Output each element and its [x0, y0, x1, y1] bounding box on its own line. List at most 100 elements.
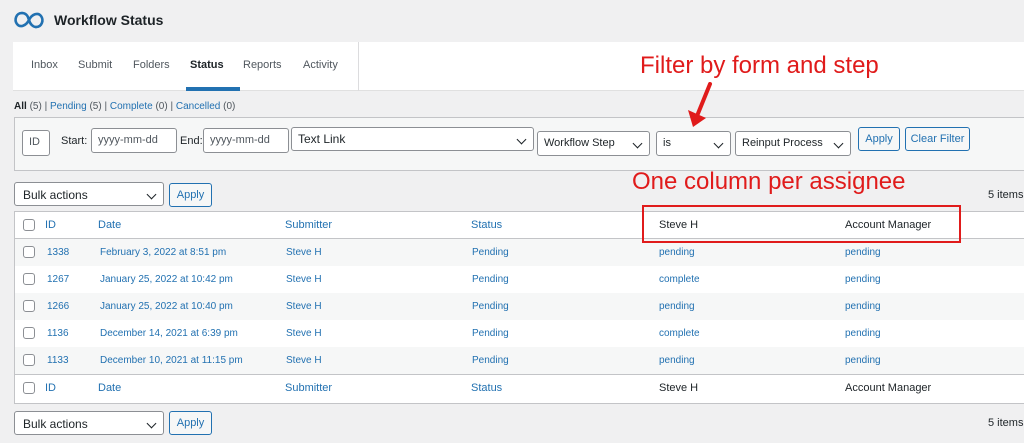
- view-cancelled[interactable]: Cancelled: [176, 101, 220, 112]
- gravityflow-logo-icon: [14, 11, 44, 29]
- assignee-1-status-link[interactable]: pending: [659, 247, 695, 258]
- assignee-2-status-link[interactable]: pending: [845, 301, 881, 312]
- column-header-id[interactable]: ID: [45, 219, 56, 231]
- entry-id-link[interactable]: 1133: [47, 355, 69, 366]
- tab-submit[interactable]: Submit: [78, 59, 112, 71]
- row-checkbox[interactable]: [23, 300, 35, 312]
- assignee-columns-highlight: [642, 205, 961, 243]
- select-all-checkbox[interactable]: [23, 219, 35, 231]
- row-checkbox[interactable]: [23, 273, 35, 285]
- select-all-checkbox[interactable]: [23, 382, 35, 394]
- entry-date-link[interactable]: February 3, 2022 at 8:51 pm: [100, 247, 226, 258]
- end-date-input[interactable]: yyyy-mm-dd: [203, 128, 289, 153]
- entry-id-link[interactable]: 1266: [47, 301, 69, 312]
- view-complete-count: (0): [155, 101, 168, 112]
- bulk-actions-select-bottom[interactable]: Bulk actions: [14, 411, 164, 435]
- entry-id-link[interactable]: 1267: [47, 274, 69, 285]
- status-views: All (5) | Pending (5) | Complete (0) | C…: [14, 101, 235, 112]
- step-select[interactable]: Reinput Process: [735, 131, 851, 156]
- entry-date-link[interactable]: January 25, 2022 at 10:40 pm: [100, 301, 233, 312]
- filter-annotation: Filter by form and step: [640, 52, 879, 79]
- bulk-apply-button-top[interactable]: Apply: [169, 183, 212, 207]
- view-separator: |: [104, 101, 108, 112]
- column-header-status[interactable]: Status: [471, 219, 502, 231]
- table-row: 1338 February 3, 2022 at 8:51 pm Steve H…: [15, 239, 1024, 266]
- field-select[interactable]: Workflow Step: [537, 131, 650, 156]
- column-header-submitter[interactable]: Submitter: [285, 219, 332, 231]
- chevron-down-icon: [146, 418, 157, 429]
- assignee-2-status-link[interactable]: pending: [845, 274, 881, 285]
- entry-submitter-link[interactable]: Steve H: [286, 328, 322, 339]
- form-select-value: Text Link: [298, 132, 346, 146]
- chevron-down-icon: [713, 138, 724, 149]
- entry-id-link[interactable]: 1338: [47, 247, 69, 258]
- entry-submitter-link[interactable]: Steve H: [286, 301, 322, 312]
- filter-panel: ID Start: yyyy-mm-dd End: yyyy-mm-dd Tex…: [14, 117, 1024, 171]
- entry-status-link[interactable]: Pending: [472, 355, 509, 366]
- entry-status-link[interactable]: Pending: [472, 328, 509, 339]
- view-separator: |: [170, 101, 174, 112]
- chevron-down-icon: [833, 138, 844, 149]
- column-footer-submitter[interactable]: Submitter: [285, 382, 332, 394]
- form-select[interactable]: Text Link: [291, 127, 534, 151]
- filter-apply-button[interactable]: Apply: [858, 127, 900, 151]
- tab-folders[interactable]: Folders: [133, 59, 170, 71]
- bulk-actions-select-top[interactable]: Bulk actions: [14, 182, 164, 206]
- bulk-actions-value: Bulk actions: [23, 417, 88, 431]
- assignee-2-status-link[interactable]: pending: [845, 247, 881, 258]
- tab-reports[interactable]: Reports: [243, 59, 282, 71]
- assignee-2-status-link[interactable]: pending: [845, 355, 881, 366]
- column-footer-status[interactable]: Status: [471, 382, 502, 394]
- row-checkbox[interactable]: [23, 354, 35, 366]
- entry-submitter-link[interactable]: Steve H: [286, 274, 322, 285]
- row-checkbox[interactable]: [23, 246, 35, 258]
- assignee-1-status-link[interactable]: pending: [659, 355, 695, 366]
- tab-status[interactable]: Status: [190, 59, 224, 71]
- entry-status-link[interactable]: Pending: [472, 247, 509, 258]
- operator-select-value: is: [663, 137, 671, 149]
- entry-date-link[interactable]: January 25, 2022 at 10:42 pm: [100, 274, 233, 285]
- table-row: 1133 December 10, 2021 at 11:15 pm Steve…: [15, 347, 1024, 374]
- items-count-top: 5 items: [988, 189, 1024, 201]
- start-date-input[interactable]: yyyy-mm-dd: [91, 128, 177, 153]
- column-annotation: One column per assignee: [632, 168, 906, 195]
- view-complete[interactable]: Complete: [110, 101, 153, 112]
- entry-date-link[interactable]: December 14, 2021 at 6:39 pm: [100, 328, 238, 339]
- table-row: 1267 January 25, 2022 at 10:42 pm Steve …: [15, 266, 1024, 293]
- entry-status-link[interactable]: Pending: [472, 274, 509, 285]
- field-select-value: Workflow Step: [544, 137, 615, 149]
- row-checkbox[interactable]: [23, 327, 35, 339]
- tab-inbox[interactable]: Inbox: [31, 59, 58, 71]
- entry-date-link[interactable]: December 10, 2021 at 11:15 pm: [100, 355, 243, 366]
- start-date-label: Start:: [61, 135, 88, 147]
- view-cancelled-count: (0): [223, 101, 236, 112]
- assignee-1-status-link[interactable]: pending: [659, 301, 695, 312]
- clear-filter-button[interactable]: Clear Filter: [905, 127, 970, 151]
- items-count-bottom: 5 items: [988, 417, 1024, 429]
- bulk-apply-button-bottom[interactable]: Apply: [169, 411, 212, 435]
- entry-submitter-link[interactable]: Steve H: [286, 355, 322, 366]
- view-all[interactable]: All: [14, 101, 27, 112]
- chevron-down-icon: [632, 138, 643, 149]
- chevron-down-icon: [516, 134, 527, 145]
- table-row: 1266 January 25, 2022 at 10:40 pm Steve …: [15, 293, 1024, 320]
- id-filter-input[interactable]: ID: [22, 130, 50, 156]
- column-footer-date[interactable]: Date: [98, 382, 121, 394]
- entry-status-link[interactable]: Pending: [472, 301, 509, 312]
- assignee-1-status-link[interactable]: complete: [659, 328, 700, 339]
- view-separator: |: [44, 101, 48, 112]
- operator-select[interactable]: is: [656, 131, 731, 156]
- assignee-2-status-link[interactable]: pending: [845, 328, 881, 339]
- column-header-date[interactable]: Date: [98, 219, 121, 231]
- entry-id-link[interactable]: 1136: [47, 328, 69, 339]
- column-footer-id[interactable]: ID: [45, 382, 56, 394]
- entry-submitter-link[interactable]: Steve H: [286, 247, 322, 258]
- page-title: Workflow Status: [54, 12, 164, 28]
- view-pending[interactable]: Pending: [50, 101, 87, 112]
- view-all-count: (5): [29, 101, 42, 112]
- assignee-1-status-link[interactable]: complete: [659, 274, 700, 285]
- chevron-down-icon: [146, 189, 157, 200]
- column-footer-assignee-1: Steve H: [659, 382, 699, 394]
- step-select-value: Reinput Process: [742, 137, 823, 149]
- tab-activity[interactable]: Activity: [303, 59, 338, 71]
